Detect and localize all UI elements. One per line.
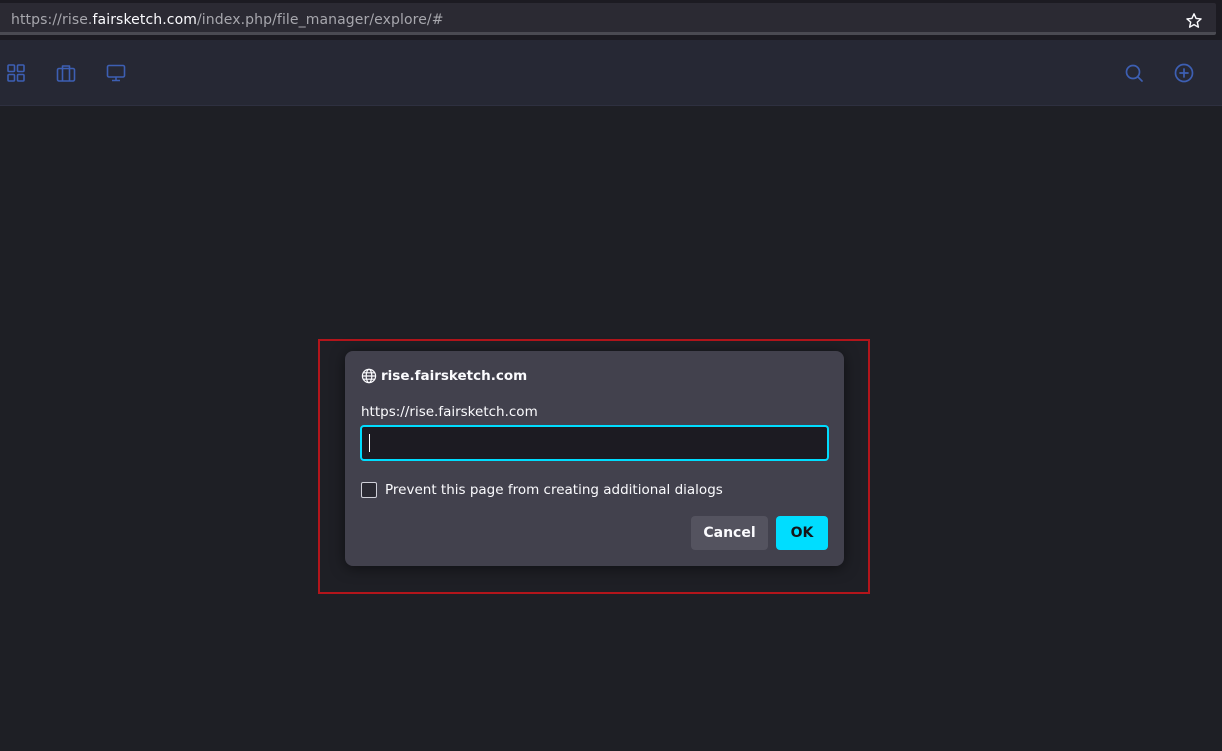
prevent-dialogs-label[interactable]: Prevent this page from creating addition… (385, 482, 723, 498)
briefcase-icon[interactable] (55, 62, 77, 84)
app-toolbar (0, 40, 1222, 106)
url-path: /index.php/file_manager/explore/# (196, 12, 444, 28)
globe-icon (361, 368, 377, 384)
dialog-title: rise.fairsketch.com (381, 368, 528, 384)
prevent-dialogs-checkbox[interactable] (361, 482, 377, 498)
url-host: fairsketch.com (92, 12, 197, 28)
dialog-message: https://rise.fairsketch.com (361, 404, 538, 420)
browser-toolbar: https://rise.fairsketch.com/index.php/fi… (0, 0, 1222, 40)
search-icon[interactable] (1123, 62, 1145, 84)
add-circle-icon[interactable] (1173, 62, 1195, 84)
star-icon[interactable] (1185, 12, 1203, 30)
text-caret (369, 434, 370, 452)
cancel-button[interactable]: Cancel (691, 516, 768, 550)
url-text[interactable]: https://rise.fairsketch.com/index.php/fi… (11, 12, 444, 28)
prompt-dialog: rise.fairsketch.com https://rise.fairske… (345, 351, 844, 566)
grid-icon[interactable] (5, 62, 27, 84)
dialog-header: rise.fairsketch.com (361, 367, 527, 385)
prevent-dialogs-option[interactable]: Prevent this page from creating addition… (361, 481, 723, 499)
ok-button[interactable]: OK (776, 516, 828, 550)
monitor-icon[interactable] (105, 62, 127, 84)
prompt-input[interactable] (360, 425, 829, 461)
url-prefix: https://rise. (11, 12, 93, 28)
address-bar[interactable]: https://rise.fairsketch.com/index.php/fi… (0, 3, 1216, 35)
